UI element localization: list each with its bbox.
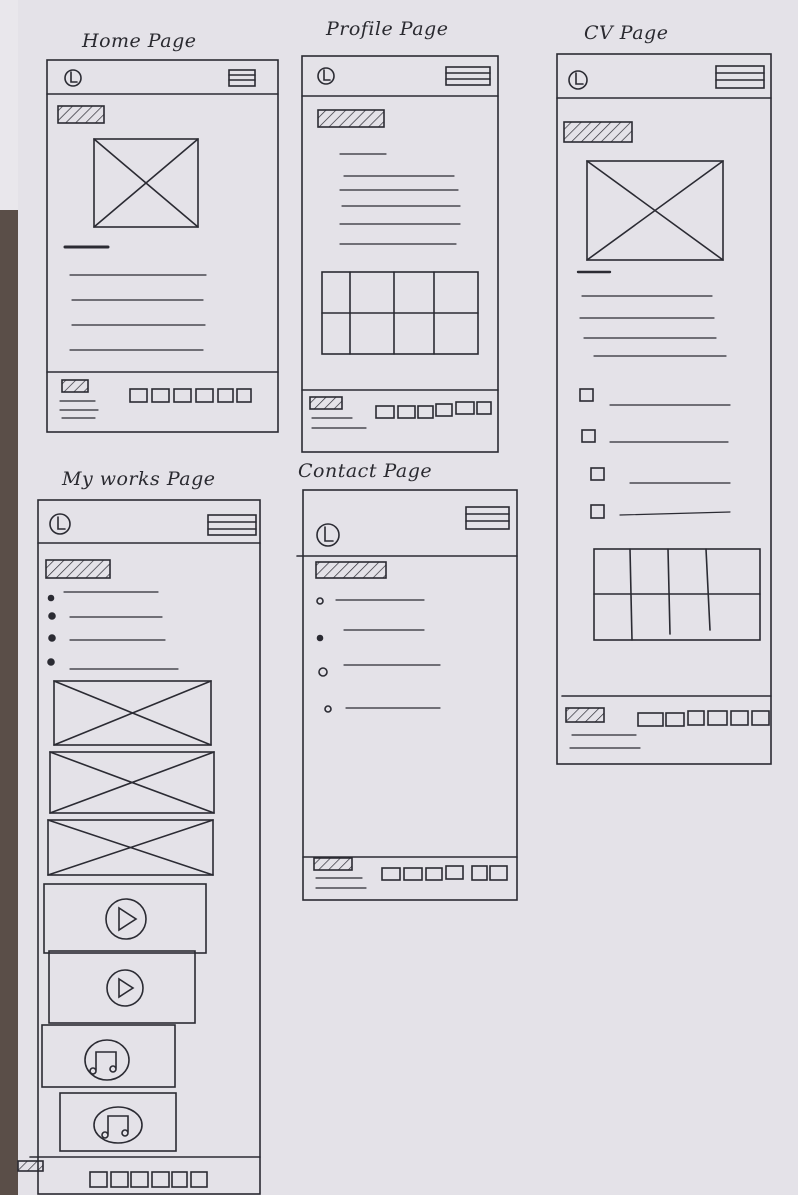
menu-icon xyxy=(465,506,510,530)
social-icons xyxy=(375,401,492,419)
checkbox-list xyxy=(579,388,731,519)
music-note-icon xyxy=(59,1092,177,1152)
menu-icon xyxy=(228,69,256,87)
bullet-list xyxy=(316,597,441,713)
home-page-wireframe xyxy=(46,59,279,433)
contact-page-wireframe xyxy=(296,489,518,901)
image-placeholder-icon xyxy=(586,160,724,261)
table-grid xyxy=(593,548,761,641)
menu-icon xyxy=(715,65,765,89)
image-placeholder-icon xyxy=(49,751,215,814)
logo-icon xyxy=(316,523,340,547)
table-grid xyxy=(321,271,479,355)
image-placeholder-icon xyxy=(53,680,212,746)
menu-icon xyxy=(207,514,257,536)
profile-page-wireframe xyxy=(301,55,499,453)
bullet-list xyxy=(47,591,179,670)
video-play-icon xyxy=(48,950,196,1024)
logo-icon xyxy=(64,69,82,87)
social-icons xyxy=(89,1171,208,1188)
image-placeholder-icon xyxy=(47,819,214,876)
music-note-icon xyxy=(41,1024,176,1088)
social-icons xyxy=(381,865,508,881)
cv-page-wireframe xyxy=(556,53,772,765)
menu-icon xyxy=(445,66,491,86)
wireframe-sketches xyxy=(17,53,772,1195)
video-play-icon xyxy=(43,883,207,954)
social-icons xyxy=(637,710,770,727)
logo-icon xyxy=(49,513,71,535)
logo-icon xyxy=(317,67,335,85)
my-works-page-wireframe xyxy=(17,499,261,1195)
image-placeholder-icon xyxy=(93,138,199,228)
logo-icon xyxy=(568,70,588,90)
social-icons xyxy=(129,388,252,403)
